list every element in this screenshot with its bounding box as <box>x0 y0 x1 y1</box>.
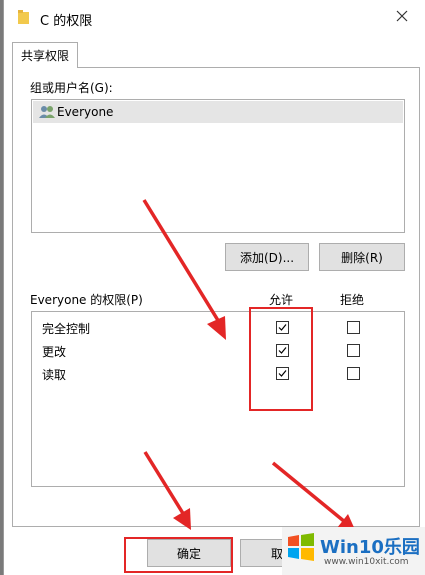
permissions-dialog: C 的权限 共享权限 组或用户名(G): Everyone 添加(D)... 删… <box>3 0 425 575</box>
tab-label: 共享权限 <box>20 49 69 63</box>
list-item-everyone[interactable]: Everyone <box>33 101 403 123</box>
deny-checkbox-full-control[interactable] <box>347 321 360 334</box>
users-label: 组或用户名(G): <box>30 81 113 95</box>
watermark-brand: Win10乐园 <box>320 537 420 558</box>
window-title: C 的权限 <box>40 14 93 29</box>
allow-column-header: 允许 <box>269 293 294 307</box>
deny-column-header: 拒绝 <box>340 293 365 307</box>
permission-full-control: 完全控制 <box>42 322 91 336</box>
title-bar: C 的权限 <box>4 0 425 34</box>
ok-highlight-box <box>124 537 233 573</box>
remove-button[interactable]: 删除(R) <box>319 243 405 271</box>
users-list[interactable]: Everyone <box>31 99 405 233</box>
windows-logo-icon <box>286 532 316 562</box>
users-group-icon <box>38 105 56 119</box>
watermark-url: www.win10xit.com <box>324 557 409 567</box>
permissions-list: 完全控制 更改 读取 <box>31 311 405 487</box>
add-button-label: 添加(D)... <box>239 250 295 265</box>
folder-icon <box>18 10 30 24</box>
deny-checkbox-change[interactable] <box>347 344 360 357</box>
tab-share-permissions[interactable]: 共享权限 <box>12 42 78 68</box>
permission-change: 更改 <box>42 345 67 359</box>
allow-highlight-box <box>249 307 313 411</box>
permission-read: 读取 <box>42 368 67 382</box>
deny-checkbox-read[interactable] <box>347 367 360 380</box>
close-button[interactable] <box>379 0 425 34</box>
add-button[interactable]: 添加(D)... <box>225 243 309 271</box>
remove-button-label: 删除(R) <box>341 250 383 265</box>
close-icon <box>396 10 408 25</box>
permissions-label: Everyone 的权限(P) <box>30 293 143 307</box>
watermark-logo: Win10乐园 www.win10xit.com <box>282 527 425 575</box>
user-name: Everyone <box>57 105 114 119</box>
